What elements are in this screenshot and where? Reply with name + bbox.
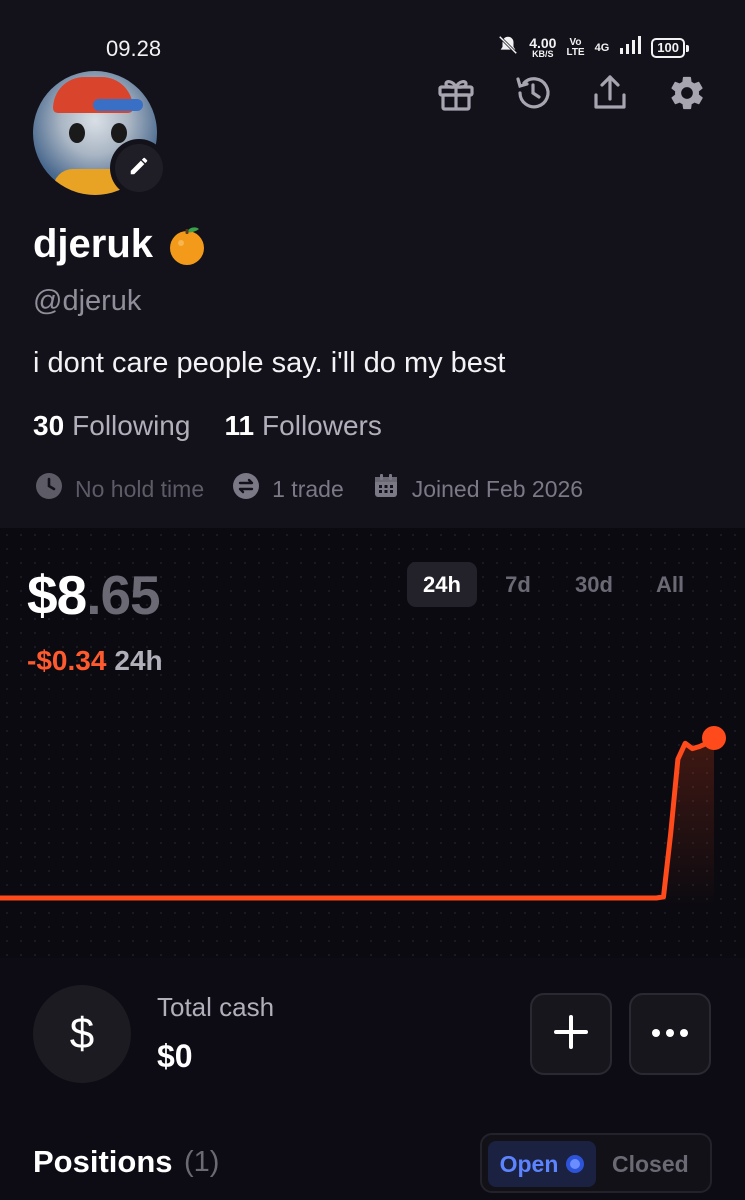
follow-stats: 30 Following 11 Followers	[33, 410, 382, 442]
join-date: Joined Feb 2026	[372, 472, 583, 506]
join-date-text: Joined Feb 2026	[411, 475, 584, 502]
status-indicators: 4.00 KB/S Vo LTE 4G 100	[497, 34, 689, 61]
following-link[interactable]: 30 Following	[33, 410, 190, 442]
toggle-open[interactable]: Open	[488, 1141, 596, 1187]
pencil-icon	[128, 155, 150, 182]
speed-value: 4.00	[529, 35, 557, 51]
trade-count-text: 1 trade	[272, 475, 344, 502]
chart-end-point	[702, 726, 726, 750]
cash-value: $0	[157, 1038, 193, 1074]
following-count: 30	[33, 410, 65, 441]
volte-indicator: Vo LTE	[566, 36, 585, 58]
volte-bottom: LTE	[566, 46, 585, 58]
more-dots-icon	[650, 1025, 690, 1043]
followers-label: Followers	[262, 410, 382, 441]
status-time: 09.28	[106, 36, 162, 61]
clock-icon	[35, 472, 63, 506]
cash-label: Total cash	[157, 992, 275, 1022]
display-name-text: djeruk	[33, 222, 154, 266]
following-label: Following	[72, 410, 191, 441]
avatar-cap-brim	[93, 99, 143, 111]
hold-time: No hold time	[35, 472, 204, 506]
toggle-closed[interactable]: Closed	[612, 1141, 689, 1187]
display-name: djeruk	[33, 222, 209, 267]
history-icon	[513, 73, 553, 118]
mute-icon	[497, 34, 519, 61]
plus-icon	[553, 1014, 589, 1055]
edit-avatar-button[interactable]	[110, 139, 168, 197]
swap-icon	[232, 472, 260, 506]
share-icon	[590, 73, 630, 118]
settings-icon	[667, 73, 707, 118]
volte-top: Vo	[569, 36, 582, 48]
share-button[interactable]	[589, 74, 631, 116]
network-speed: 4.00 KB/S	[529, 36, 556, 59]
settings-button[interactable]	[666, 74, 708, 116]
gift-button[interactable]	[435, 74, 477, 116]
hold-time-text: No hold time	[75, 475, 205, 502]
orange-emoji-icon	[165, 223, 209, 267]
gift-icon	[436, 73, 476, 118]
signal-icon	[619, 35, 642, 60]
more-options-button[interactable]	[629, 993, 711, 1075]
history-button[interactable]	[512, 74, 554, 116]
profile-handle: @djeruk	[33, 285, 142, 317]
portfolio-line-chart[interactable]	[0, 528, 745, 958]
followers-count: 11	[224, 410, 255, 441]
followers-link[interactable]: 11 Followers	[224, 410, 381, 442]
dollar-icon: $	[69, 1009, 95, 1058]
speed-unit: KB/S	[532, 49, 554, 59]
positions-count: (1)	[184, 1146, 220, 1178]
avatar-eye	[69, 123, 85, 143]
chart-line	[0, 735, 717, 901]
network-type: 4G	[594, 41, 610, 54]
profile-bio: i dont care people say. i'll do my best	[33, 347, 506, 379]
header-actions	[435, 74, 708, 116]
trade-count: 1 trade	[232, 472, 344, 506]
active-dot-icon	[566, 1155, 585, 1173]
add-cash-button[interactable]	[530, 993, 612, 1075]
calendar-icon	[372, 472, 400, 506]
battery-indicator: 100	[651, 37, 689, 58]
avatar-eye	[111, 123, 127, 143]
cash-icon: $	[33, 985, 131, 1083]
positions-title: Positions	[33, 1144, 173, 1179]
status-bar: 09.28 4.00 KB/S Vo LTE 4G 100	[0, 0, 745, 70]
toggle-open-label: Open	[499, 1150, 559, 1177]
profile-meta: No hold time 1 trade Joined Feb 2026	[35, 472, 583, 506]
positions-toggle: Open Closed	[480, 1133, 712, 1193]
